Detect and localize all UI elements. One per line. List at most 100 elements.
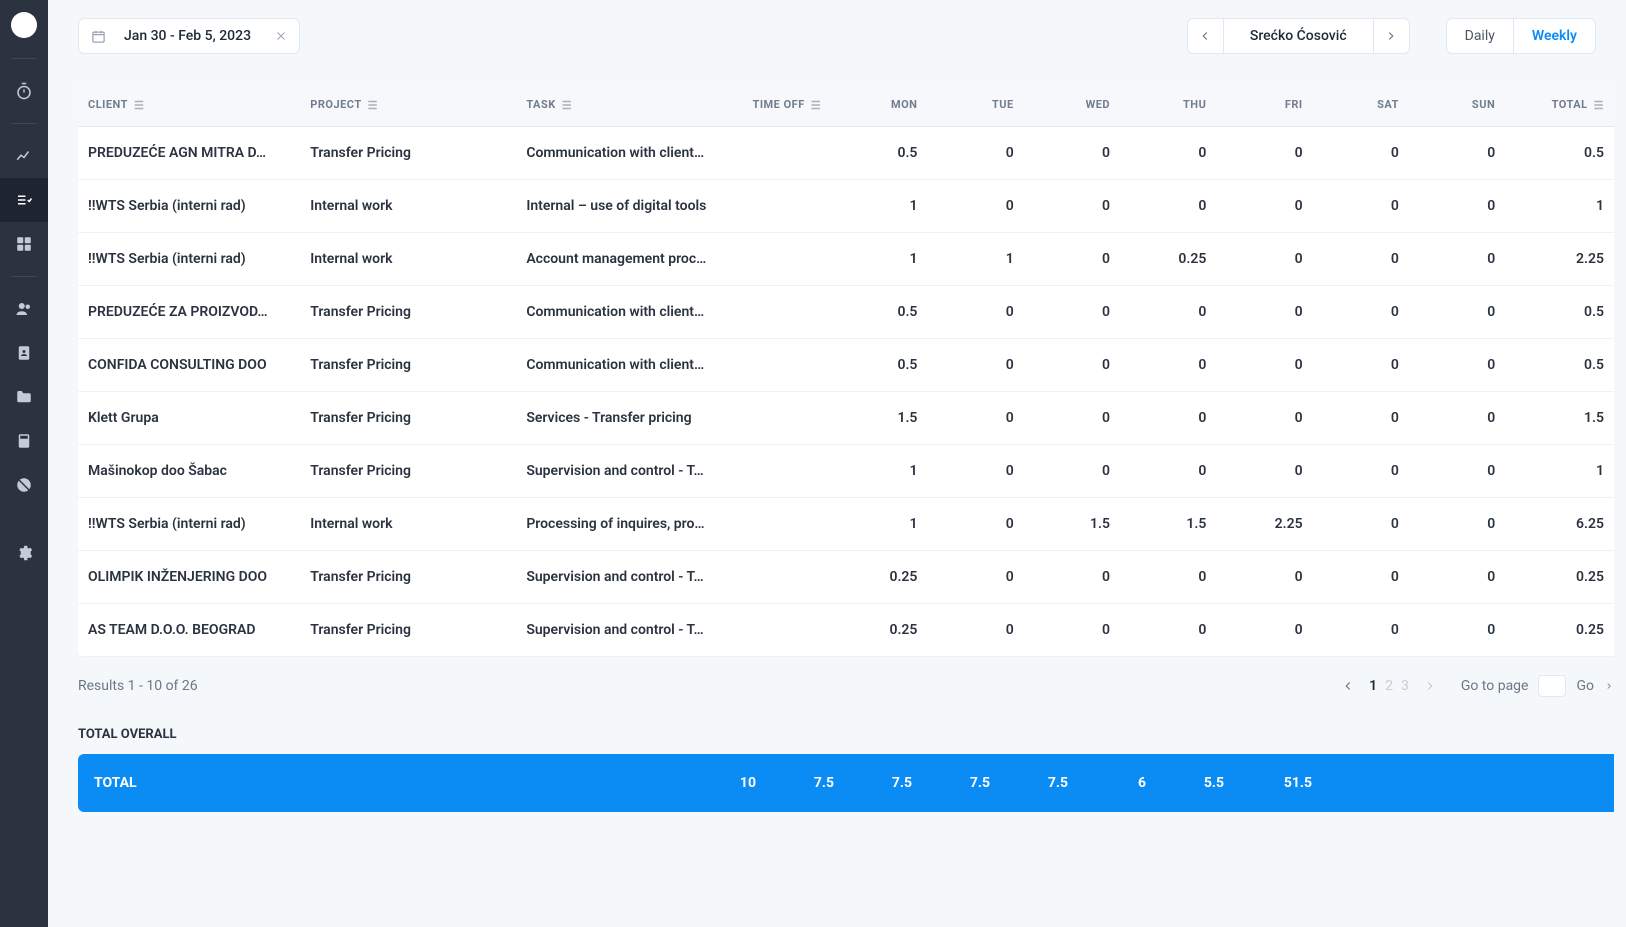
total-fri: 7.5 (1000, 775, 1078, 791)
cell-task: Communication with client… (516, 338, 732, 391)
chevron-right-icon (1604, 681, 1614, 691)
cell-project: Transfer Pricing (300, 444, 516, 497)
cell-task: Services - Transfer pricing (516, 391, 732, 444)
cell-total: 1 (1505, 444, 1614, 497)
total-tue: 7.5 (766, 775, 844, 791)
goto-page-input[interactable] (1538, 675, 1566, 697)
col-project[interactable]: PROJECT☰ (300, 84, 516, 126)
page-number-2[interactable]: 2 (1381, 678, 1397, 694)
cell-thu: 0 (1120, 391, 1216, 444)
sort-icon: ☰ (811, 99, 821, 112)
folder-icon (15, 388, 33, 406)
cell-thu: 0.25 (1120, 232, 1216, 285)
nav-team[interactable] (0, 287, 48, 331)
cell-sun: 0 (1409, 232, 1505, 285)
cell-wed: 0 (1024, 444, 1120, 497)
cell-task: Supervision and control - T… (516, 603, 732, 656)
col-task[interactable]: TASK☰ (516, 84, 732, 126)
cell-thu: 0 (1120, 285, 1216, 338)
table-row[interactable]: PREDUZEĆE ZA PROIZVOD…Transfer PricingCo… (78, 285, 1614, 338)
cell-tue: 0 (927, 126, 1023, 179)
nav-settings[interactable] (0, 531, 48, 575)
page-number-1[interactable]: 1 (1365, 678, 1381, 694)
cell-sun: 0 (1409, 391, 1505, 444)
page-next-button[interactable] (1423, 679, 1437, 693)
col-sun: SUN (1409, 84, 1505, 126)
cell-task: Communication with client… (516, 285, 732, 338)
nav-timer[interactable] (0, 69, 48, 113)
table-row[interactable]: CONFIDA CONSULTING DOOTransfer PricingCo… (78, 338, 1614, 391)
sort-icon: ☰ (368, 99, 378, 112)
chart-line-icon (15, 147, 33, 165)
view-daily-button[interactable]: Daily (1447, 19, 1513, 53)
cell-fri: 0 (1216, 338, 1312, 391)
cell-tue: 0 (927, 285, 1023, 338)
cell-mon: 1 (831, 232, 927, 285)
cell-sat: 0 (1313, 338, 1409, 391)
cell-tue: 0 (927, 603, 1023, 656)
cell-thu: 0 (1120, 338, 1216, 391)
cell-project: Internal work (300, 497, 516, 550)
cell-project: Internal work (300, 232, 516, 285)
nav-globe[interactable] (0, 463, 48, 507)
users-icon (15, 300, 33, 318)
sort-icon: ☰ (1594, 99, 1604, 112)
table-row[interactable]: Klett GrupaTransfer PricingServices - Tr… (78, 391, 1614, 444)
table-row[interactable]: OLIMPIK INŽENJERING DOOTransfer PricingS… (78, 550, 1614, 603)
cell-sat: 0 (1313, 550, 1409, 603)
nav-timesheet[interactable] (0, 178, 48, 222)
nav-contact[interactable] (0, 331, 48, 375)
cell-task: Communication with client… (516, 126, 732, 179)
col-total[interactable]: TOTAL☰ (1505, 84, 1614, 126)
col-fri: FRI (1216, 84, 1312, 126)
table-row[interactable]: !!WTS Serbia (interni rad)Internal workP… (78, 497, 1614, 550)
cell-sat: 0 (1313, 285, 1409, 338)
cell-timeoff (732, 391, 831, 444)
col-client[interactable]: CLIENT☰ (78, 84, 300, 126)
table-row[interactable]: AS TEAM D.O.O. BEOGRADTransfer PricingSu… (78, 603, 1614, 656)
nav-insights[interactable] (0, 134, 48, 178)
user-name-label[interactable]: Srećko Ćosović (1224, 19, 1373, 53)
table-row[interactable]: PREDUZEĆE AGN MITRA D…Transfer PricingCo… (78, 126, 1614, 179)
nav-calc[interactable] (0, 419, 48, 463)
cell-fri: 0 (1216, 444, 1312, 497)
total-sun: 5.5 (1156, 775, 1234, 791)
clear-date-button[interactable] (275, 30, 287, 42)
page-number-3[interactable]: 3 (1397, 678, 1413, 694)
cell-timeoff (732, 126, 831, 179)
prev-user-button[interactable] (1188, 19, 1224, 53)
nav-files[interactable] (0, 375, 48, 419)
total-wed: 7.5 (844, 775, 922, 791)
page-prev-button[interactable] (1341, 679, 1355, 693)
cell-mon: 0.5 (831, 285, 927, 338)
avatar[interactable] (11, 12, 37, 38)
cell-thu: 0 (1120, 603, 1216, 656)
table-row[interactable]: Mašinokop doo ŠabacTransfer PricingSuper… (78, 444, 1614, 497)
cell-sun: 0 (1409, 126, 1505, 179)
col-timeoff[interactable]: TIME OFF☰ (732, 84, 831, 126)
goto-page-button[interactable]: Go (1576, 678, 1594, 694)
cell-mon: 0.5 (831, 126, 927, 179)
total-sat: 6 (1078, 775, 1156, 791)
cell-total: 0.5 (1505, 285, 1614, 338)
cell-client: Klett Grupa (78, 391, 300, 444)
results-label: Results 1 - 10 of 26 (78, 678, 198, 694)
cell-sun: 0 (1409, 179, 1505, 232)
chevron-right-icon (1384, 29, 1398, 43)
date-range-picker[interactable]: Jan 30 - Feb 5, 2023 (78, 18, 300, 54)
cell-tue: 0 (927, 179, 1023, 232)
calculator-icon (15, 432, 33, 450)
table-row[interactable]: !!WTS Serbia (interni rad)Internal workA… (78, 232, 1614, 285)
sort-icon: ☰ (134, 99, 144, 112)
next-user-button[interactable] (1373, 19, 1409, 53)
nav-dashboard[interactable] (0, 222, 48, 266)
view-weekly-button[interactable]: Weekly (1513, 19, 1595, 53)
cell-sat: 0 (1313, 391, 1409, 444)
table-row[interactable]: !!WTS Serbia (interni rad)Internal workI… (78, 179, 1614, 232)
cell-project: Transfer Pricing (300, 338, 516, 391)
cell-project: Transfer Pricing (300, 391, 516, 444)
cell-mon: 0.5 (831, 338, 927, 391)
cell-project: Transfer Pricing (300, 126, 516, 179)
cell-mon: 1.5 (831, 391, 927, 444)
chevron-left-icon (1198, 29, 1212, 43)
